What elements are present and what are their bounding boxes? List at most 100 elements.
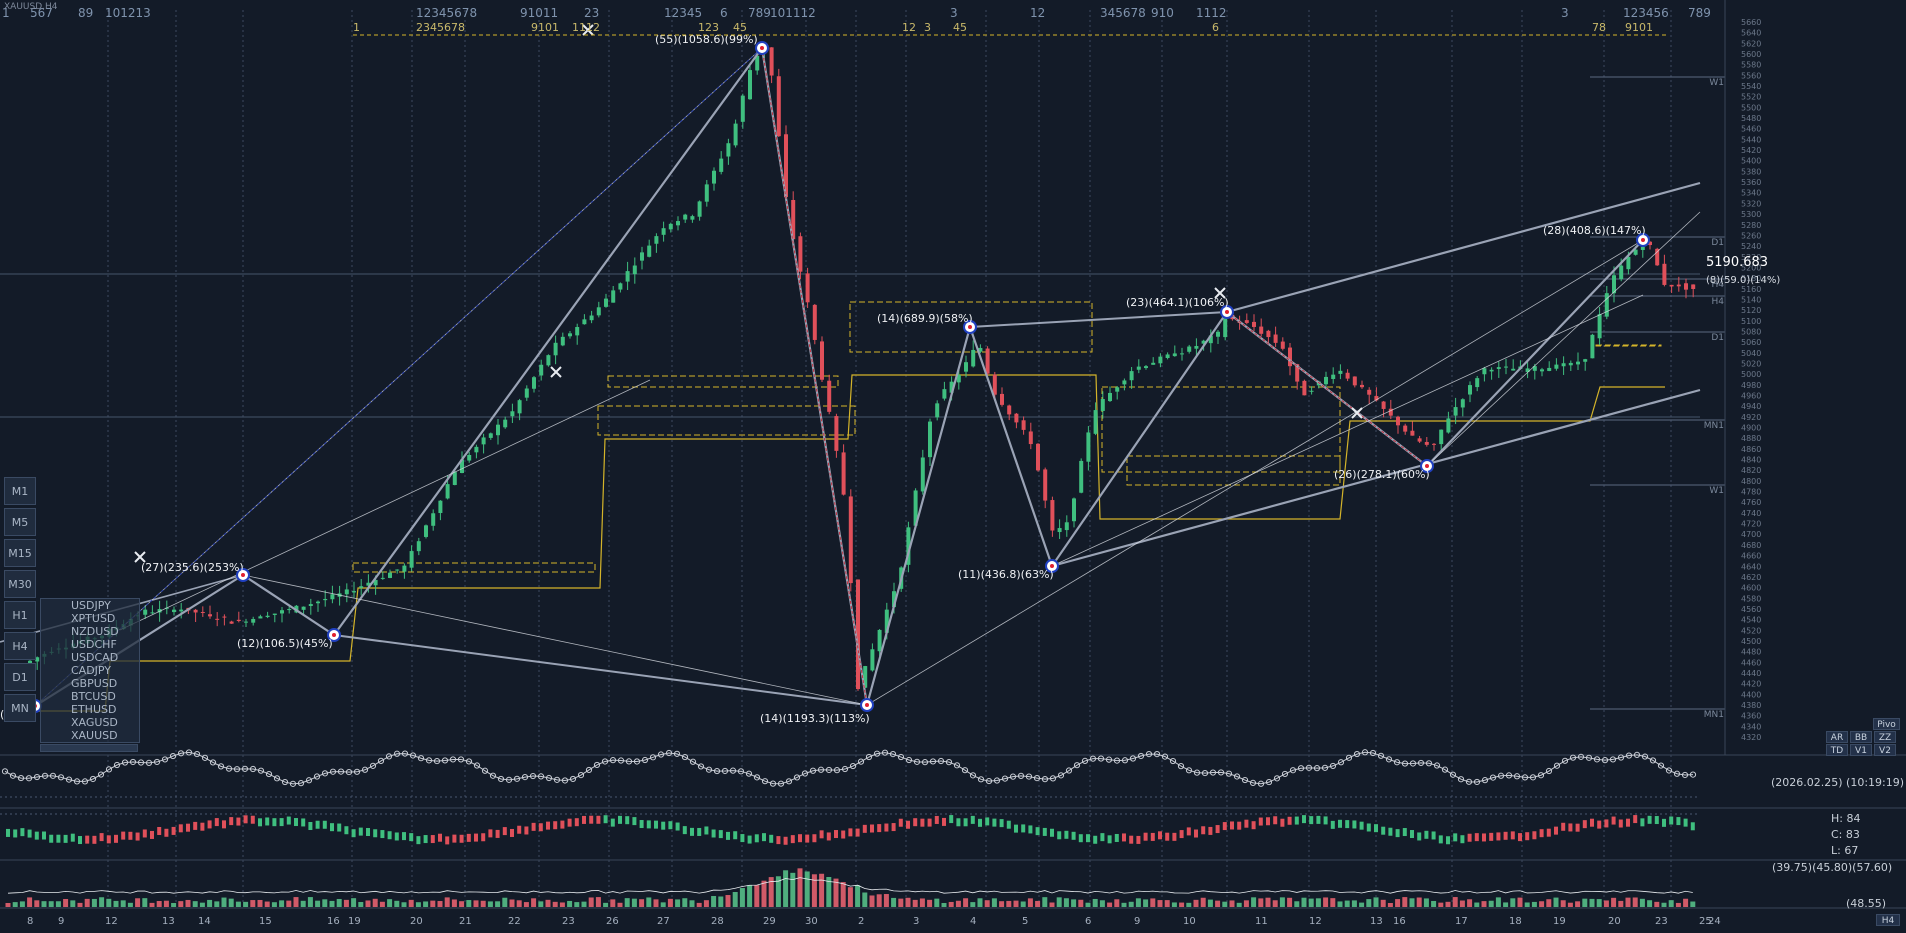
time-tick-label: 19 xyxy=(348,916,361,927)
time-tick-label: 10 xyxy=(1183,916,1196,927)
symbol-item[interactable]: ETHUSD xyxy=(41,703,139,716)
top-count-label: 89 xyxy=(78,6,93,20)
candle-body xyxy=(1504,366,1508,368)
timeframe-m15-button[interactable]: M15 xyxy=(4,539,36,567)
histogram-bar xyxy=(646,820,651,829)
timeframe-m30-button[interactable]: M30 xyxy=(4,570,36,598)
price-tick: 5100 xyxy=(1741,317,1761,326)
candle-body xyxy=(244,621,248,623)
candle-body xyxy=(488,433,493,438)
symbol-item[interactable]: USDCHF xyxy=(41,638,139,651)
timeframe-mn-button[interactable]: MN xyxy=(4,694,36,722)
symbol-item[interactable]: NZDUSD xyxy=(41,625,139,638)
candle-body xyxy=(1352,376,1357,386)
histogram-bar xyxy=(1518,833,1522,842)
histogram-bar xyxy=(906,820,910,829)
candle-body xyxy=(308,604,313,607)
volume-bar xyxy=(120,900,126,907)
volume-bar xyxy=(408,899,414,907)
histogram-bar xyxy=(1064,830,1069,839)
histogram-bar xyxy=(1402,828,1407,837)
time-tick-label: 2 xyxy=(858,916,864,927)
histogram-bar xyxy=(1194,829,1198,838)
histogram-bar xyxy=(27,829,32,838)
v1-button[interactable]: V1 xyxy=(1850,744,1872,756)
symbol-item[interactable]: XAGUSD xyxy=(41,716,139,729)
symbol-item[interactable]: BTCUSD xyxy=(41,690,139,703)
price-tick: 4980 xyxy=(1741,381,1761,390)
histogram-bar xyxy=(1597,820,1602,829)
volume-bar xyxy=(1495,897,1501,907)
candle-body xyxy=(1554,364,1559,369)
symbol-item[interactable]: CADJPY xyxy=(41,664,139,677)
ar-button[interactable]: AR xyxy=(1826,731,1848,743)
histogram-bar xyxy=(934,815,939,824)
td-button[interactable]: TD xyxy=(1826,744,1848,756)
volume-bar xyxy=(1042,897,1048,907)
histogram-bar xyxy=(351,829,356,838)
price-tick: 4480 xyxy=(1741,648,1761,657)
candle-body xyxy=(215,618,220,620)
symbol-item[interactable]: XAUUSD xyxy=(41,729,139,742)
volume-bar xyxy=(1474,902,1480,907)
volume-bar xyxy=(351,898,357,907)
bb-button[interactable]: BB xyxy=(1850,731,1872,743)
volume-bar xyxy=(919,898,925,907)
candle-body xyxy=(301,606,306,610)
price-tick: 5020 xyxy=(1741,359,1761,368)
volume-bar xyxy=(797,868,803,907)
candle-body xyxy=(287,609,292,611)
symbol-list-scrollbar[interactable] xyxy=(40,744,138,752)
timeframe-d1-button[interactable]: D1 xyxy=(4,663,36,691)
symbol-item[interactable]: USDJPY xyxy=(41,599,139,612)
candle-body xyxy=(776,76,781,137)
top-count-label: 91011 xyxy=(520,6,558,20)
histogram-bar xyxy=(819,830,824,839)
candle-body xyxy=(1064,522,1069,531)
histogram-bar xyxy=(1539,829,1544,838)
histogram-bar xyxy=(207,820,212,829)
zz-button[interactable]: ZZ xyxy=(1874,731,1896,743)
candle-body xyxy=(1540,369,1544,372)
volume-bar xyxy=(1063,898,1069,907)
histogram-bar xyxy=(243,815,248,824)
histogram-bar xyxy=(1381,826,1386,835)
v2-button[interactable]: V2 xyxy=(1874,744,1896,756)
time-tick-label: 9 xyxy=(58,916,64,927)
volume-bar xyxy=(127,902,133,907)
symbol-item[interactable]: GBPUSD xyxy=(41,677,139,690)
timeframe-h4-button[interactable]: H4 xyxy=(4,632,36,660)
histogram-bar xyxy=(1057,831,1062,840)
timeframe-m1-button[interactable]: M1 xyxy=(4,477,36,505)
price-chart[interactable]: 5660564056205600558055605540552055005480… xyxy=(0,0,1906,929)
histogram-bar xyxy=(697,827,702,836)
volume-bar xyxy=(1020,901,1026,907)
histogram-bar xyxy=(1107,835,1112,844)
candle-body xyxy=(1561,363,1566,367)
symbol-item[interactable]: USDCAD xyxy=(41,651,139,664)
time-tick-label: 23 xyxy=(1655,916,1668,927)
volume-bar xyxy=(423,901,429,907)
volume-bar xyxy=(387,899,393,907)
wave-count-label: 1112 xyxy=(572,21,600,34)
volume-bar xyxy=(1445,901,1451,907)
candle-body xyxy=(942,389,947,399)
candle-body xyxy=(1547,367,1552,371)
candle-body xyxy=(640,252,644,261)
symbol-item[interactable]: XPTUSD xyxy=(41,612,139,625)
level-tag: W1 xyxy=(1709,78,1724,88)
histogram-bar xyxy=(85,835,90,844)
histogram-bar xyxy=(538,823,543,832)
candle-body xyxy=(280,610,284,614)
price-tick: 5080 xyxy=(1741,327,1761,336)
pivot-center xyxy=(865,703,869,707)
candle-body xyxy=(172,609,176,613)
pivot-button[interactable]: Pivo xyxy=(1873,718,1900,730)
zigzag-value-label: (26)(278.1)(60%) xyxy=(1334,468,1430,481)
timeframe-m5-button[interactable]: M5 xyxy=(4,508,36,536)
volume-bar xyxy=(192,901,198,907)
timeframe-h1-button[interactable]: H1 xyxy=(4,601,36,629)
h4-timeframe-button[interactable]: H4 xyxy=(1876,914,1900,926)
histogram-bar xyxy=(423,835,428,844)
candle-body xyxy=(1050,500,1055,531)
